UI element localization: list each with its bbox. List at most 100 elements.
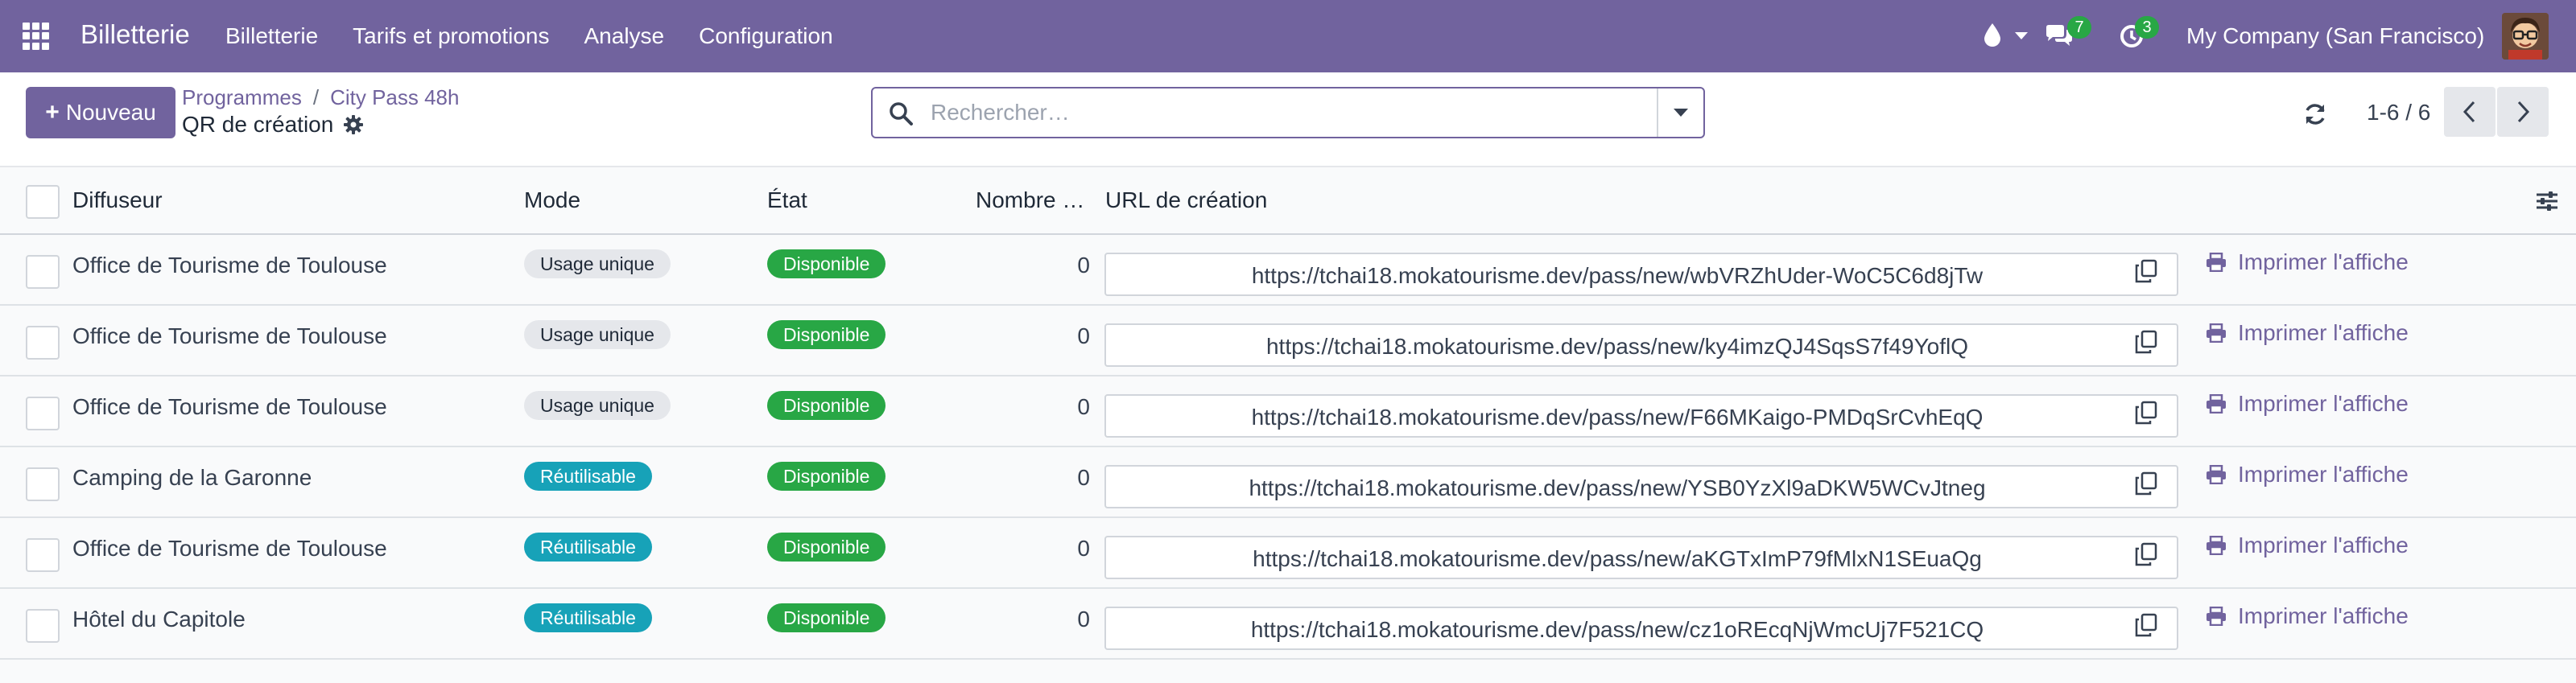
search-options-toggle[interactable] [1657,88,1703,137]
plus-icon: + [45,99,60,125]
new-button[interactable]: + Nouveau [26,87,175,138]
search-icon[interactable] [889,101,913,125]
copy-icon[interactable] [2135,401,2157,425]
messages-count-badge: 7 [2067,16,2091,39]
mode-badge: Réutilisable [524,533,652,562]
pager-previous-button[interactable] [2444,87,2496,137]
printer-icon [2207,323,2226,343]
copy-icon[interactable] [2135,330,2157,354]
printer-icon [2207,536,2226,555]
print-poster-button[interactable]: Imprimer l'affiche [2206,249,2409,275]
column-header-diffuseur[interactable]: Diffuseur [72,187,163,213]
url-value: https://tchai18.mokatourisme.dev/pass/ne… [1250,617,1984,642]
print-poster-button[interactable]: Imprimer l'affiche [2206,320,2409,346]
mode-badge: Usage unique [524,391,671,420]
column-header-url[interactable]: URL de création [1105,187,1267,213]
menu-configuration[interactable]: Configuration [699,23,833,49]
url-field[interactable]: https://tchai18.mokatourisme.dev/pass/ne… [1104,607,2178,650]
column-settings-icon[interactable] [2534,188,2560,214]
copy-icon[interactable] [2135,613,2157,637]
chevron-left-icon [2462,101,2475,123]
row-checkbox[interactable] [26,397,60,430]
caret-down-icon [1674,109,1688,117]
pager-value[interactable]: 1-6 / 6 [2367,100,2430,125]
page-title: QR de création [182,112,334,137]
menu-billetterie[interactable]: Billetterie [225,23,318,49]
printer-icon [2207,394,2226,414]
search-bar [871,87,1705,138]
url-field[interactable]: https://tchai18.mokatourisme.dev/pass/ne… [1104,323,2178,367]
cell-nombre: 0 [1077,465,1090,490]
status-badge: Disponible [767,391,886,420]
cell-diffuseur: Camping de la Garonne [72,465,312,490]
printer-icon [2207,253,2226,272]
table-row[interactable]: Hôtel du Capitole Réutilisable Disponibl… [0,589,2576,660]
table-row[interactable]: Office de Tourisme de Toulouse Usage uni… [0,235,2576,306]
apps-grid-icon[interactable] [23,23,50,50]
table-row[interactable]: Camping de la Garonne Réutilisable Dispo… [0,447,2576,518]
url-field[interactable]: https://tchai18.mokatourisme.dev/pass/ne… [1104,536,2178,579]
refresh-icon[interactable] [2302,101,2328,127]
cell-nombre: 0 [1077,323,1090,348]
chevron-down-icon[interactable] [2015,32,2028,39]
print-poster-button[interactable]: Imprimer l'affiche [2206,462,2409,488]
url-value: https://tchai18.mokatourisme.dev/pass/ne… [1249,475,1986,500]
table-row[interactable]: Office de Tourisme de Toulouse Réutilisa… [0,518,2576,589]
mode-badge: Réutilisable [524,462,652,491]
print-poster-button[interactable]: Imprimer l'affiche [2206,533,2409,558]
row-checkbox[interactable] [26,538,60,572]
search-input[interactable] [931,97,1623,129]
table-row[interactable]: Office de Tourisme de Toulouse Usage uni… [0,306,2576,376]
menu-analyse[interactable]: Analyse [584,23,665,49]
copy-icon[interactable] [2135,471,2157,496]
water-drop-icon[interactable] [1983,23,2002,47]
table-header: Diffuseur Mode État Nombre … URL de créa… [0,167,2576,235]
user-avatar[interactable] [2502,13,2549,60]
mode-badge: Usage unique [524,320,671,349]
print-poster-button[interactable]: Imprimer l'affiche [2206,391,2409,417]
print-label: Imprimer l'affiche [2238,533,2409,558]
url-field[interactable]: https://tchai18.mokatourisme.dev/pass/ne… [1104,253,2178,296]
mode-badge: Usage unique [524,249,671,278]
pager-next-button[interactable] [2497,87,2549,137]
select-all-checkbox[interactable] [26,185,60,219]
status-badge: Disponible [767,249,886,278]
status-badge: Disponible [767,603,886,632]
activities-count-badge: 3 [2135,16,2159,39]
status-badge: Disponible [767,320,886,349]
copy-icon[interactable] [2135,259,2157,283]
url-field[interactable]: https://tchai18.mokatourisme.dev/pass/ne… [1104,394,2178,438]
cell-diffuseur: Office de Tourisme de Toulouse [72,253,387,278]
url-value: https://tchai18.mokatourisme.dev/pass/ne… [1253,546,1982,571]
control-panel: + Nouveau Programmes / City Pass 48h QR de… [0,72,2576,167]
row-checkbox[interactable] [26,255,60,289]
print-label: Imprimer l'affiche [2238,603,2409,628]
print-label: Imprimer l'affiche [2238,249,2409,274]
column-header-mode[interactable]: Mode [524,187,580,213]
print-label: Imprimer l'affiche [2238,320,2409,345]
breadcrumb: Programmes / City Pass 48h [182,85,459,110]
column-header-nombre[interactable]: Nombre … [976,187,1084,213]
print-poster-button[interactable]: Imprimer l'affiche [2206,603,2409,629]
menu-tarifs-promotions[interactable]: Tarifs et promotions [353,23,549,49]
cell-diffuseur: Office de Tourisme de Toulouse [72,394,387,419]
new-button-label: Nouveau [65,100,156,125]
status-badge: Disponible [767,533,886,562]
company-switcher[interactable]: My Company (San Francisco) [2186,23,2484,49]
cell-nombre: 0 [1077,253,1090,278]
url-field[interactable]: https://tchai18.mokatourisme.dev/pass/ne… [1104,465,2178,508]
gear-icon[interactable] [343,114,364,135]
breadcrumb-programmes[interactable]: Programmes [182,85,302,109]
row-checkbox[interactable] [26,326,60,360]
column-header-etat[interactable]: État [767,187,807,213]
row-checkbox[interactable] [26,609,60,643]
row-checkbox[interactable] [26,467,60,501]
top-menu: Billetterie Tarifs et promotions Analyse… [225,23,868,49]
table-row[interactable]: Office de Tourisme de Toulouse Usage uni… [0,376,2576,447]
cell-diffuseur: Office de Tourisme de Toulouse [72,323,387,348]
breadcrumb-city-pass[interactable]: City Pass 48h [330,85,459,109]
url-value: https://tchai18.mokatourisme.dev/pass/ne… [1251,405,1984,430]
copy-icon[interactable] [2135,542,2157,566]
print-label: Imprimer l'affiche [2238,391,2409,416]
app-brand[interactable]: Billetterie [80,19,190,50]
